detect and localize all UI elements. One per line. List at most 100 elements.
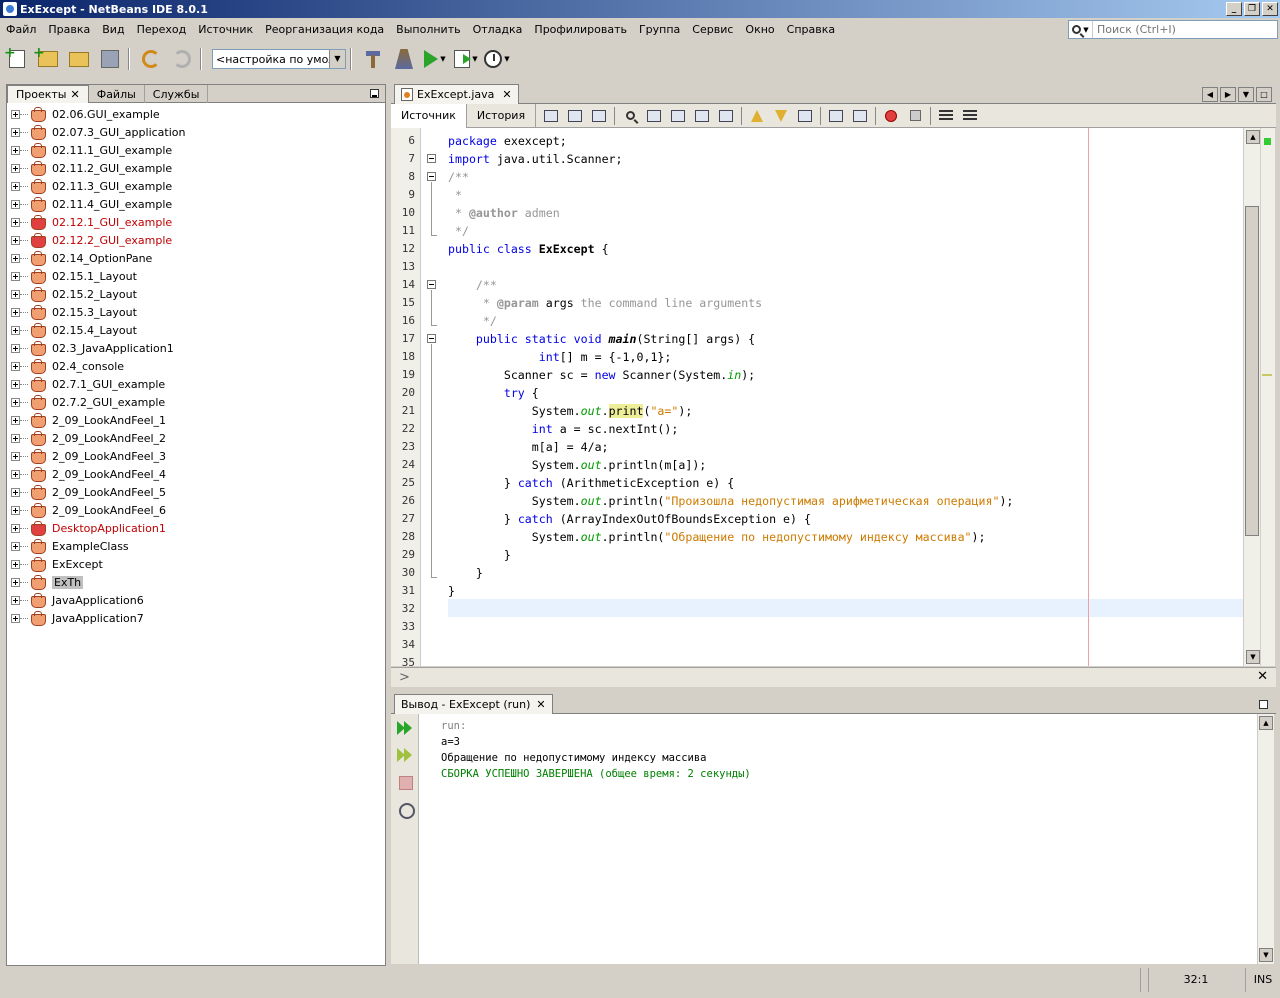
expand-icon[interactable]	[11, 307, 20, 317]
run-button[interactable]: ▼	[421, 46, 449, 72]
tree-item[interactable]: 02.4_console	[7, 357, 385, 375]
search-icon[interactable]: ▼	[1069, 21, 1093, 38]
expand-icon[interactable]	[11, 379, 20, 389]
scroll-up-button[interactable]: ▲	[1259, 716, 1273, 730]
code-line[interactable]: public class ExExcept {	[448, 240, 609, 258]
scroll-down-button[interactable]: ▼	[1259, 948, 1273, 962]
next-bookmark-button[interactable]	[772, 107, 790, 125]
quick-search[interactable]: ▼	[1068, 20, 1278, 39]
profile-button[interactable]: ▼	[483, 46, 511, 72]
build-button[interactable]	[359, 46, 387, 72]
code-line[interactable]: try {	[448, 384, 539, 402]
tree-item[interactable]: 02.15.2_Layout	[7, 285, 385, 303]
find-previous-button[interactable]	[645, 107, 663, 125]
code-area[interactable]: package exexcept; import java.util.Scanne…	[421, 128, 1243, 666]
maximize-editor-button[interactable]: □	[1256, 87, 1272, 102]
code-line[interactable]: * @author admen	[448, 204, 560, 222]
fold-toggle-icon[interactable]	[427, 280, 436, 289]
tree-item[interactable]: 02.14_OptionPane	[7, 249, 385, 267]
expand-icon[interactable]	[11, 559, 20, 569]
code-line[interactable]: } catch (ArrayIndexOutOfBoundsException …	[448, 510, 811, 528]
expand-icon[interactable]	[11, 271, 20, 281]
tree-item[interactable]: DesktopApplication1	[7, 519, 385, 537]
start-macro-button[interactable]	[882, 107, 900, 125]
expand-icon[interactable]	[11, 433, 20, 443]
chevron-down-icon[interactable]: ▼	[329, 50, 345, 68]
shift-right-button[interactable]	[851, 107, 869, 125]
editor-tab-exexcept[interactable]: ExExcept.java ✕	[394, 84, 519, 104]
minimize-panel-button[interactable]	[1259, 700, 1268, 709]
comment-button[interactable]	[937, 107, 955, 125]
tree-item[interactable]: ExTh	[7, 573, 385, 591]
clean-build-button[interactable]	[390, 46, 418, 72]
tree-item[interactable]: 02.15.3_Layout	[7, 303, 385, 321]
code-line[interactable]: /**	[448, 276, 497, 294]
menu-item[interactable]: Переход	[131, 18, 193, 42]
code-line[interactable]: int[] m = {-1,0,1};	[448, 348, 672, 366]
tree-item[interactable]: ExExcept	[7, 555, 385, 573]
tree-item[interactable]: 02.7.1_GUI_example	[7, 375, 385, 393]
code-line[interactable]: System.out.println("Произошла недопустим…	[448, 492, 1014, 510]
code-line[interactable]: }	[448, 564, 483, 582]
error-stripe-mark[interactable]	[1262, 374, 1272, 376]
tree-item[interactable]: 02.15.1_Layout	[7, 267, 385, 285]
rerun-icon[interactable]	[397, 720, 413, 736]
code-line[interactable]: }	[448, 582, 455, 600]
close-icon[interactable]: ✕	[1257, 669, 1268, 684]
scroll-left-button[interactable]: ◀	[1202, 87, 1218, 102]
expand-icon[interactable]	[11, 505, 20, 515]
search-input[interactable]	[1093, 23, 1273, 36]
expand-icon[interactable]	[11, 325, 20, 335]
toggle-bookmark-button[interactable]	[796, 107, 814, 125]
new-file-button[interactable]	[3, 45, 31, 72]
expand-icon[interactable]	[11, 163, 20, 173]
menu-item[interactable]: Реорганизация кода	[259, 18, 390, 42]
code-line[interactable]: */	[448, 312, 497, 330]
close-window-button[interactable]: ✕	[1262, 2, 1278, 16]
tree-item[interactable]: 2_09_LookAndFeel_4	[7, 465, 385, 483]
code-line[interactable]: *	[448, 186, 462, 204]
undo-button[interactable]	[137, 46, 165, 72]
scroll-right-button[interactable]: ▶	[1220, 87, 1236, 102]
menu-item[interactable]: Файл	[0, 18, 42, 42]
expand-icon[interactable]	[11, 541, 20, 551]
close-icon[interactable]: ✕	[536, 698, 545, 711]
tree-item[interactable]: JavaApplication6	[7, 591, 385, 609]
debug-button[interactable]: ▼	[452, 46, 480, 72]
stop-icon[interactable]	[397, 774, 413, 790]
tab-projects[interactable]: Проекты ✕	[7, 85, 89, 103]
expand-icon[interactable]	[11, 415, 20, 425]
expand-icon[interactable]	[11, 361, 20, 371]
tab-files[interactable]: Файлы	[89, 85, 145, 103]
fold-toggle-icon[interactable]	[427, 334, 436, 343]
code-line[interactable]: m[a] = 4/a;	[448, 438, 609, 456]
tree-item[interactable]: 02.3_JavaApplication1	[7, 339, 385, 357]
restore-button[interactable]: ❐	[1244, 2, 1260, 16]
settings-icon[interactable]	[397, 801, 415, 819]
save-all-button[interactable]	[96, 46, 124, 72]
minimize-button[interactable]: _	[1226, 2, 1242, 16]
tree-item[interactable]: ExampleClass	[7, 537, 385, 555]
tab-services[interactable]: Службы	[145, 85, 209, 103]
chevron-down-icon[interactable]: ▼	[472, 55, 477, 63]
back-button[interactable]	[566, 107, 584, 125]
tab-history[interactable]: История	[467, 103, 537, 128]
code-line[interactable]: System.out.println("Обращение по недопус…	[448, 528, 986, 546]
minimize-panel-button[interactable]	[370, 89, 379, 98]
code-line[interactable]: }	[448, 546, 511, 564]
expand-icon[interactable]	[11, 253, 20, 263]
expand-icon[interactable]	[11, 613, 20, 623]
previous-bookmark-button[interactable]	[748, 107, 766, 125]
show-opened-documents-button[interactable]: ▼	[1238, 87, 1254, 102]
expand-icon[interactable]	[11, 199, 20, 209]
tree-item[interactable]: 02.06.GUI_example	[7, 105, 385, 123]
expand-icon[interactable]	[11, 577, 20, 587]
output-console[interactable]: run: a=3 Обращение по недопустимому индекс…	[419, 714, 1257, 964]
fold-toggle-icon[interactable]	[427, 172, 436, 181]
tree-item[interactable]: 2_09_LookAndFeel_6	[7, 501, 385, 519]
close-icon[interactable]: ✕	[502, 88, 511, 101]
menu-item[interactable]: Вид	[96, 18, 130, 42]
tree-item[interactable]: 2_09_LookAndFeel_1	[7, 411, 385, 429]
tree-item[interactable]: 02.12.1_GUI_example	[7, 213, 385, 231]
expand-icon[interactable]	[11, 595, 20, 605]
